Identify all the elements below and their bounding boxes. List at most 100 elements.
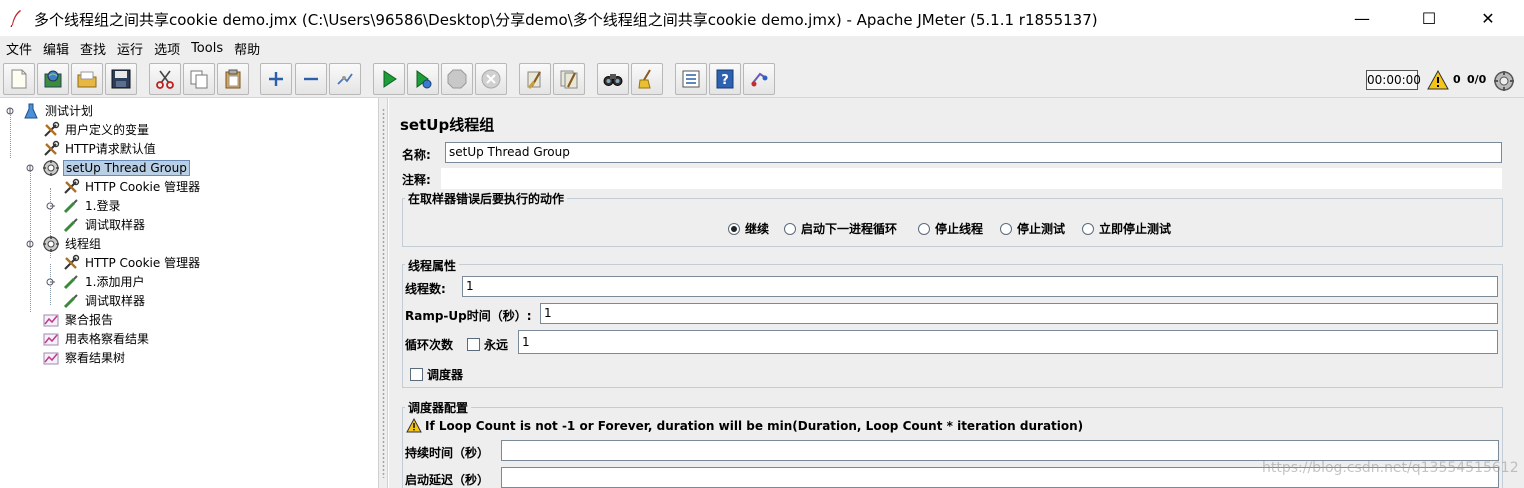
menu-tools[interactable]: Tools [191, 41, 223, 56]
tree-node-login-sampler[interactable]: 1.登录 [62, 196, 122, 215]
stop-button[interactable] [441, 63, 473, 95]
menu-edit[interactable]: 编辑 [43, 39, 69, 58]
expand-toggle-icon[interactable] [5, 106, 15, 116]
radio-indicator [1082, 222, 1094, 235]
scheduler-config-title: 调度器配置 [405, 399, 472, 416]
tree-node-debug-sampler-2[interactable]: 调试取样器 [62, 291, 147, 310]
open-button[interactable] [71, 63, 103, 95]
checkbox-indicator [467, 338, 480, 351]
radio-label: 停止线程 [935, 222, 984, 236]
search-icon [603, 74, 623, 86]
templates-button[interactable] [37, 63, 69, 95]
help-button[interactable]: ? [709, 63, 741, 95]
search-button[interactable] [597, 63, 629, 95]
test-plan-icon [24, 103, 38, 118]
start-no-pause-button[interactable] [407, 63, 439, 95]
radio-label: 继续 [745, 222, 770, 236]
radio-label: 停止测试 [1017, 222, 1066, 236]
expand-toggle-icon[interactable] [25, 239, 35, 249]
expand-toggle-icon[interactable] [25, 163, 35, 173]
reset-search-icon [638, 69, 651, 89]
collapse-icon [304, 77, 318, 81]
test-plan-tree[interactable]: 测试计划 用户定义的变量 HTTP请求默认值 setUp Thread Grou… [0, 98, 378, 488]
name-field[interactable]: setUp Thread Group [445, 142, 1502, 163]
expand-button[interactable] [260, 63, 292, 95]
panel-splitter[interactable] [378, 98, 388, 488]
tree-node-cookie-manager-2[interactable]: HTTP Cookie 管理器 [62, 253, 202, 272]
tree-node-test-plan[interactable]: 测试计划 [22, 101, 95, 120]
stop-icon [447, 69, 467, 89]
radio-indicator [918, 222, 930, 235]
toggle-button[interactable] [329, 63, 361, 95]
warning-icon[interactable] [1427, 70, 1449, 90]
tree-node-label: 调试取样器 [85, 294, 146, 308]
menu-options[interactable]: 选项 [154, 39, 180, 58]
tree-node-aggregate-report[interactable]: 聚合报告 [42, 310, 115, 329]
radio-start-next-loop[interactable]: 启动下一进程循环 [784, 220, 897, 237]
thread-properties-title: 线程属性 [405, 257, 460, 274]
comment-field[interactable] [441, 168, 1502, 189]
tree-node-results-tree[interactable]: 察看结果树 [42, 348, 127, 367]
clear-button[interactable] [519, 63, 551, 95]
tree-node-thread-group[interactable]: 线程组 [42, 234, 103, 253]
rampup-field[interactable]: 1 [540, 303, 1498, 324]
sampler-pipette-icon [63, 217, 78, 232]
sampler-pipette-icon [63, 293, 78, 308]
menu-file[interactable]: 文件 [6, 39, 32, 58]
tree-node-label: 调试取样器 [85, 218, 146, 232]
startup-delay-label: 启动延迟（秒） [405, 473, 490, 487]
templates-icon [44, 70, 62, 88]
tree-node-cookie-manager-1[interactable]: HTTP Cookie 管理器 [62, 177, 202, 196]
tree-node-http-defaults[interactable]: HTTP请求默认值 [42, 139, 158, 158]
clear-all-button[interactable] [553, 63, 585, 95]
remote-icon [751, 72, 768, 87]
radio-stop-test-now[interactable]: 立即停止测试 [1082, 220, 1171, 237]
cut-button[interactable] [149, 63, 181, 95]
collapse-toggle-icon[interactable] [45, 201, 55, 211]
radio-stop-thread[interactable]: 停止线程 [918, 220, 983, 237]
tree-node-label: 用户定义的变量 [65, 123, 150, 137]
config-wrench-icon [64, 178, 80, 194]
clear-all-icon [560, 70, 578, 89]
reset-search-button[interactable] [631, 63, 663, 95]
svg-text:?: ? [721, 73, 729, 88]
threads-field[interactable]: 1 [462, 276, 1498, 297]
tree-node-add-user-sampler[interactable]: 1.添加用户 [62, 272, 146, 291]
save-button[interactable] [105, 63, 137, 95]
collapse-button[interactable] [295, 63, 327, 95]
menu-search[interactable]: 查找 [80, 39, 106, 58]
tree-node-label: 测试计划 [45, 104, 94, 118]
radio-stop-test[interactable]: 停止测试 [1000, 220, 1065, 237]
loop-count-field[interactable]: 1 [518, 330, 1498, 354]
thread-group-editor: setUp线程组 名称: setUp Thread Group 注释: 在取样器… [389, 98, 1524, 488]
copy-icon [190, 70, 208, 89]
maximize-button[interactable]: ☐ [1406, 0, 1452, 36]
duration-label: 持续时间（秒） [405, 446, 490, 460]
tree-node-debug-sampler-1[interactable]: 调试取样器 [62, 215, 147, 234]
minimize-button[interactable]: — [1339, 0, 1385, 36]
duration-field[interactable] [501, 440, 1499, 461]
config-wrench-icon [44, 140, 60, 156]
checkbox-indicator [410, 368, 423, 381]
scheduler-checkbox[interactable]: 调度器 [410, 366, 463, 383]
tree-node-user-variables[interactable]: 用户定义的变量 [42, 120, 151, 139]
close-button[interactable]: ✕ [1465, 0, 1511, 36]
paste-button[interactable] [217, 63, 249, 95]
tree-node-label: 1.登录 [85, 199, 121, 213]
menu-run[interactable]: 运行 [117, 39, 143, 58]
tree-node-setup-thread-group[interactable]: setUp Thread Group [42, 158, 190, 177]
radio-continue[interactable]: 继续 [728, 220, 769, 237]
checkbox-label: 调度器 [427, 368, 464, 382]
loop-count-label: 循环次数 [405, 338, 454, 352]
function-helper-button[interactable] [675, 63, 707, 95]
copy-button[interactable] [183, 63, 215, 95]
forever-checkbox[interactable]: 永远 [467, 336, 508, 353]
start-button[interactable] [373, 63, 405, 95]
collapse-toggle-icon[interactable] [45, 277, 55, 287]
new-button[interactable] [3, 63, 35, 95]
remote-button[interactable] [743, 63, 775, 95]
shutdown-button[interactable] [475, 63, 507, 95]
tree-node-table-results[interactable]: 用表格察看结果 [42, 329, 151, 348]
help-icon: ? [716, 69, 734, 89]
menu-help[interactable]: 帮助 [234, 39, 260, 58]
